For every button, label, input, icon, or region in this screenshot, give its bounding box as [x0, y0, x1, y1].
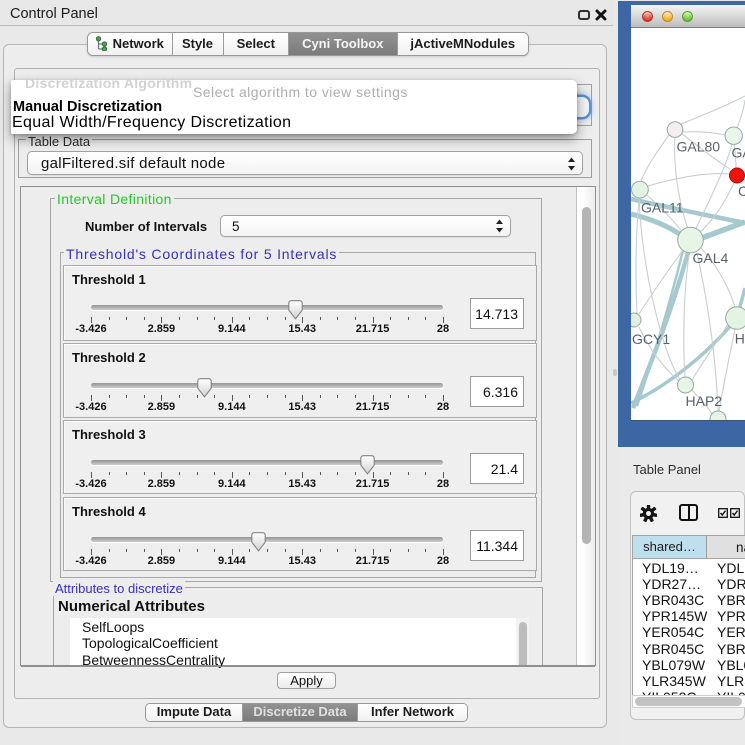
svg-text:C: C [738, 183, 745, 199]
svg-text:GA: GA [732, 144, 745, 160]
svg-text:GAL4: GAL4 [693, 250, 729, 266]
svg-text:GAL11: GAL11 [641, 200, 684, 216]
svg-text:GCY1: GCY1 [632, 331, 670, 347]
svg-text:GAL80: GAL80 [677, 139, 721, 155]
svg-text:H: H [735, 331, 745, 347]
svg-text:HAP2: HAP2 [686, 393, 723, 409]
